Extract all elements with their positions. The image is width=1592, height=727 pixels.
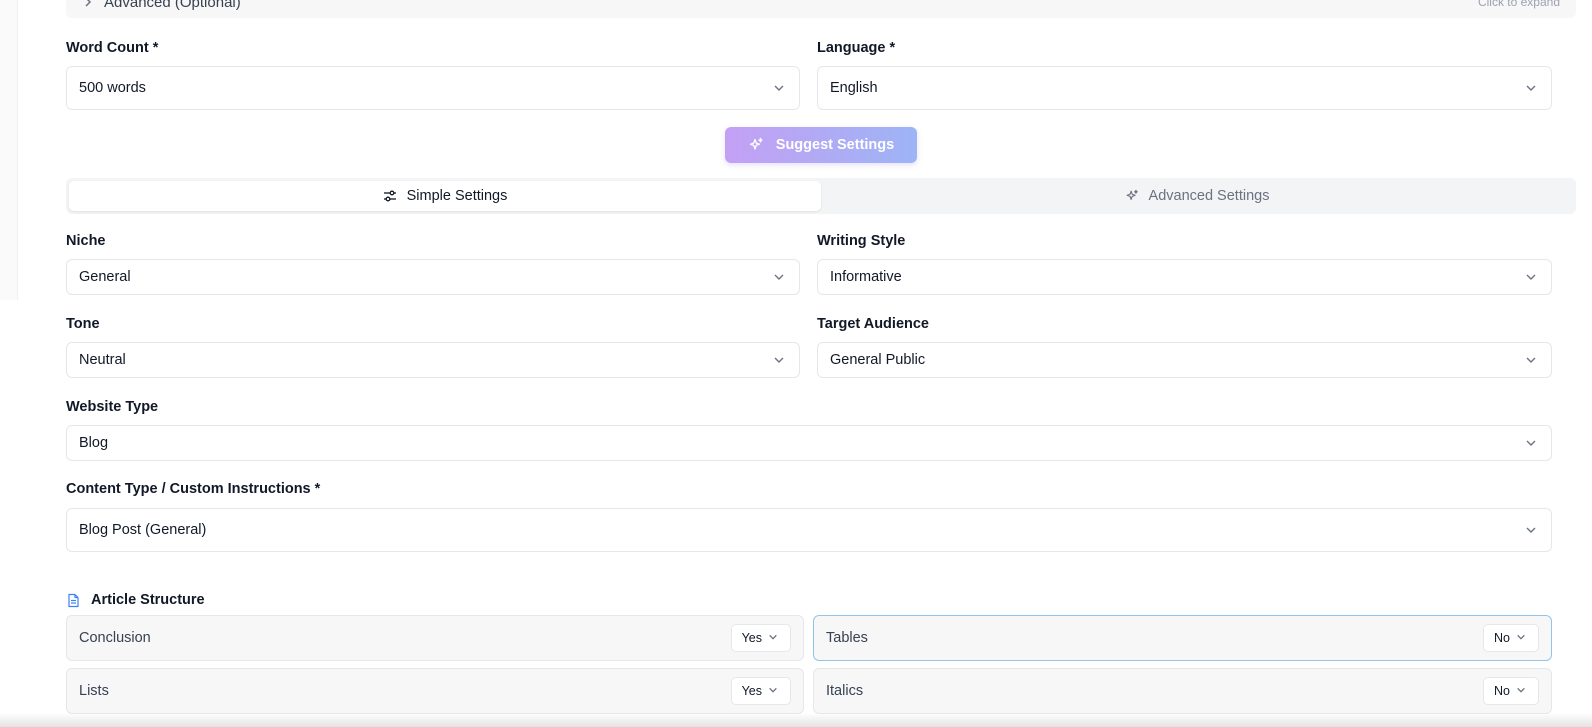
tab-simple-settings-label: Simple Settings	[406, 188, 508, 204]
tone-value: Neutral	[79, 352, 126, 368]
website-type-field: Website Type Blog	[66, 397, 1552, 461]
content-type-field: Content Type / Custom Instructions * Blo…	[66, 479, 1552, 552]
word-count-select[interactable]: 500 words	[66, 66, 800, 110]
chevron-down-icon	[773, 354, 785, 366]
article-structure-heading: Article Structure	[66, 592, 205, 608]
target-audience-label: Target Audience	[817, 316, 929, 332]
writing-style-select[interactable]: Informative	[817, 259, 1552, 295]
chevron-down-icon	[1516, 632, 1528, 644]
sparkles-icon	[748, 137, 764, 153]
bottom-shadow	[0, 713, 1592, 727]
structure-item-label: Italics	[826, 683, 864, 699]
suggest-settings-button[interactable]: Suggest Settings	[725, 127, 917, 163]
chevron-down-icon	[1525, 524, 1537, 536]
chevron-down-icon	[1516, 685, 1528, 697]
word-count-label: Word Count *	[66, 40, 159, 56]
word-count-value: 500 words	[79, 80, 146, 96]
accordion-header: Advanced (Optional)	[82, 0, 241, 11]
tab-simple-settings[interactable]: Simple Settings	[69, 181, 821, 211]
structure-item-tables: Tables No	[813, 615, 1552, 661]
target-audience-field: Target Audience General Public	[817, 314, 1552, 378]
target-audience-value: General Public	[830, 352, 926, 368]
document-icon	[66, 593, 81, 608]
chevron-down-icon	[768, 685, 780, 697]
accordion-title: Advanced (Optional)	[104, 0, 241, 11]
chevron-down-icon	[1525, 271, 1537, 283]
niche-value: General	[79, 269, 131, 285]
italics-value: No	[1494, 684, 1510, 698]
chevron-down-icon	[768, 632, 780, 644]
sparkles-icon	[1125, 189, 1139, 203]
chevron-down-icon	[1525, 437, 1537, 449]
word-count-field: Word Count * 500 words	[66, 38, 800, 110]
structure-item-lists: Lists Yes	[66, 668, 804, 714]
language-field: Language * English	[817, 38, 1552, 110]
sliders-icon	[383, 189, 397, 203]
conclusion-select[interactable]: Yes	[730, 624, 791, 652]
language-label: Language *	[817, 40, 896, 56]
tables-select[interactable]: No	[1483, 624, 1539, 652]
content-type-value: Blog Post (General)	[79, 522, 207, 538]
advanced-optional-accordion[interactable]: Advanced (Optional) Click to expand	[66, 0, 1576, 18]
conclusion-value: Yes	[741, 631, 762, 645]
tone-field: Tone Neutral	[66, 314, 800, 378]
structure-item-label: Lists	[79, 683, 109, 699]
article-structure-title: Article Structure	[91, 592, 205, 608]
writing-style-field: Writing Style Informative	[817, 231, 1552, 295]
writing-style-value: Informative	[830, 269, 902, 285]
content-type-select[interactable]: Blog Post (General)	[66, 508, 1552, 552]
writing-style-label: Writing Style	[817, 233, 906, 249]
lists-select[interactable]: Yes	[730, 677, 791, 705]
structure-item-conclusion: Conclusion Yes	[66, 615, 804, 661]
left-rail	[0, 0, 18, 300]
chevron-down-icon	[1525, 354, 1537, 366]
suggest-settings-label: Suggest Settings	[775, 137, 895, 153]
italics-select[interactable]: No	[1483, 677, 1539, 705]
chevron-down-icon	[773, 271, 785, 283]
niche-select[interactable]: General	[66, 259, 800, 295]
website-type-label: Website Type	[66, 399, 159, 415]
tables-value: No	[1494, 631, 1510, 645]
tab-advanced-settings[interactable]: Advanced Settings	[821, 181, 1573, 211]
language-select[interactable]: English	[817, 66, 1552, 110]
tone-label: Tone	[66, 316, 100, 332]
chevron-down-icon	[773, 82, 785, 94]
chevron-right-icon	[82, 0, 94, 8]
structure-item-label: Tables	[826, 630, 868, 646]
lists-value: Yes	[741, 684, 762, 698]
niche-label: Niche	[66, 233, 106, 249]
structure-item-label: Conclusion	[79, 630, 151, 646]
target-audience-select[interactable]: General Public	[817, 342, 1552, 378]
website-type-select[interactable]: Blog	[66, 425, 1552, 461]
tab-advanced-settings-label: Advanced Settings	[1148, 188, 1270, 204]
chevron-down-icon	[1525, 82, 1537, 94]
niche-field: Niche General	[66, 231, 800, 295]
structure-item-italics: Italics No	[813, 668, 1552, 714]
content-type-label: Content Type / Custom Instructions *	[66, 481, 321, 497]
accordion-hint: Click to expand	[1477, 0, 1560, 9]
tone-select[interactable]: Neutral	[66, 342, 800, 378]
language-value: English	[830, 80, 878, 96]
settings-tabs: Simple Settings Advanced Settings	[66, 178, 1576, 214]
website-type-value: Blog	[79, 435, 109, 451]
